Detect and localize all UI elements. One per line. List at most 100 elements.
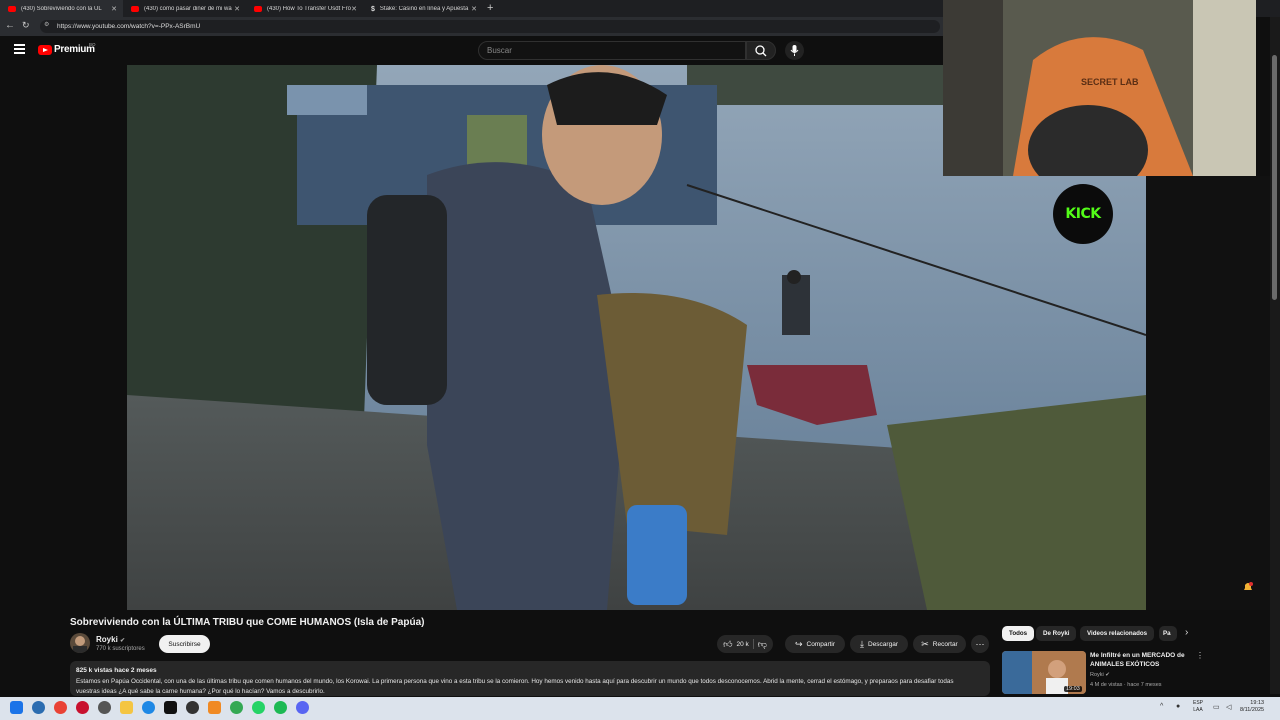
tray-chevron-icon[interactable]: ^ xyxy=(1160,703,1163,710)
channel-name-text: Royki xyxy=(96,635,118,644)
subscribe-button[interactable]: Suscribirse xyxy=(159,635,210,653)
tab-2[interactable]: (430) como pasar diner de mi wa ✕ xyxy=(123,0,246,17)
tray-mic-icon[interactable]: ● xyxy=(1176,703,1180,710)
search-placeholder: Buscar xyxy=(487,46,512,55)
youtube-favicon-icon xyxy=(254,5,262,12)
recommendation-title[interactable]: Me Infiltré en un MERCADO de ANIMALES EX… xyxy=(1090,651,1190,669)
chrome-profile-icon[interactable] xyxy=(230,701,243,714)
webcam-image: SECRET LAB xyxy=(943,0,1256,176)
search-input[interactable]: Buscar xyxy=(478,41,746,60)
vlc-icon[interactable] xyxy=(208,701,221,714)
video-title: Sobreviviendo con la ÚLTIMA TRIBU que CO… xyxy=(70,617,425,628)
discord-icon[interactable] xyxy=(296,701,309,714)
search-button[interactable] xyxy=(746,41,776,60)
scissors-icon: ✂ xyxy=(921,638,929,649)
recommendation-channel-text: Royki xyxy=(1090,672,1104,678)
close-tab-icon[interactable]: ✕ xyxy=(234,5,240,13)
chevron-right-icon[interactable]: › xyxy=(1185,627,1188,638)
channel-avatar[interactable] xyxy=(70,633,90,653)
like-count: 20 k xyxy=(736,640,749,648)
url-text: https://www.youtube.com/watch?v=-PPx-ASr… xyxy=(57,23,201,30)
chip-more[interactable]: Pa xyxy=(1159,626,1177,641)
windows-start-icon[interactable] xyxy=(10,701,23,714)
verified-check-icon: ✔ xyxy=(1105,672,1110,678)
reload-icon[interactable]: ↻ xyxy=(22,20,30,31)
chip-de-royki[interactable]: De Royki xyxy=(1036,626,1077,641)
site-info-icon[interactable]: ⚙ xyxy=(44,21,49,28)
chip-todos[interactable]: Todos xyxy=(1002,626,1035,641)
file-explorer-icon[interactable] xyxy=(120,701,133,714)
edge-icon[interactable] xyxy=(142,701,155,714)
new-tab-button[interactable]: + xyxy=(487,2,493,14)
clip-label: Recortar xyxy=(932,640,958,648)
youtube-favicon-icon xyxy=(131,5,139,12)
verified-check-icon: ✔ xyxy=(120,638,126,644)
cam-brand-text: SECRET LAB xyxy=(1081,77,1139,87)
share-arrow-icon: ↪ xyxy=(794,638,803,649)
views-and-date: 825 k vistas hace 2 meses xyxy=(76,667,157,674)
subscriber-count: 770 k suscriptores xyxy=(96,646,145,652)
url-field[interactable]: https://www.youtube.com/watch?v=-PPx-ASr… xyxy=(40,20,940,33)
divider xyxy=(752,639,754,649)
clock-date: 8/11/2025 xyxy=(1240,707,1265,713)
description-text: Estamos en Papúa Occidental, con una de … xyxy=(76,678,954,695)
youtube-logo-icon[interactable] xyxy=(38,45,52,55)
video-duration: 19:03 xyxy=(1064,686,1082,692)
search-icon xyxy=(755,45,767,57)
download-icon: ⤓ xyxy=(860,638,864,649)
keyboard-language[interactable]: ESP LAA xyxy=(1193,700,1203,714)
webcam-overlay: SECRET LAB xyxy=(943,0,1256,176)
tab-1[interactable]: (430) Sobreviviendo con la ÚL ✕ xyxy=(0,0,123,17)
share-label: Compartir xyxy=(806,640,836,648)
close-tab-icon[interactable]: ✕ xyxy=(111,5,117,13)
clip-button[interactable]: ✂ Recortar xyxy=(913,635,966,653)
back-arrow-icon[interactable]: ← xyxy=(5,20,15,31)
volume-icon[interactable]: ◁ xyxy=(1226,703,1231,711)
stake-favicon-icon: $ xyxy=(371,5,375,13)
notification-bell-icon[interactable] xyxy=(1242,581,1254,593)
tab-4[interactable]: $ Stake: Casino en línea y Apuesta ✕ xyxy=(363,0,483,17)
thumbs-up-icon: 👍︎ xyxy=(723,638,733,649)
scrollbar-thumb[interactable] xyxy=(1272,55,1277,300)
more-actions-button[interactable]: ⋯ xyxy=(971,635,989,653)
kick-logo: KICK xyxy=(1053,184,1113,244)
tab-3[interactable]: (430) How To Transfer Usdt From ✕ xyxy=(246,0,363,17)
recommendation-channel[interactable]: Royki ✔ xyxy=(1090,672,1110,678)
thumbs-down-icon[interactable]: 👎︎ xyxy=(758,639,767,650)
tab-label: (430) How To Transfer Usdt From xyxy=(267,5,352,12)
lang-text: ESP LAA xyxy=(1193,700,1204,713)
network-icon[interactable]: ▭ xyxy=(1213,703,1220,711)
spotify-icon[interactable] xyxy=(274,701,287,714)
youtube-favicon-icon xyxy=(8,5,16,12)
recommendation-meta: 4 M de vistas · hace 7 meses xyxy=(1090,682,1162,688)
more-dots-icon: ⋯ xyxy=(975,638,985,649)
tiktok-icon[interactable] xyxy=(164,701,177,714)
like-button[interactable]: 👍︎ 20 k xyxy=(723,639,749,650)
download-button[interactable]: ⤓ Descargar xyxy=(850,635,908,653)
download-label: Descargar xyxy=(868,640,898,648)
clock-time: 19:13 xyxy=(1250,700,1265,706)
chip-videos-relacionados[interactable]: Videos relacionados xyxy=(1080,626,1155,641)
channel-name[interactable]: Royki ✔ xyxy=(96,635,125,644)
like-dislike-group: 👍︎ 20 k 👎︎ xyxy=(717,635,773,653)
close-tab-icon[interactable]: ✕ xyxy=(351,5,357,13)
obs-icon[interactable] xyxy=(186,701,199,714)
share-button[interactable]: ↪ Compartir xyxy=(785,635,845,653)
tab-label: (430) como pasar diner de mi wa xyxy=(144,5,232,12)
settings-gear-icon[interactable] xyxy=(98,701,111,714)
tab-label: (430) Sobreviviendo con la ÚL xyxy=(21,5,102,12)
tab-label: Stake: Casino en línea y Apuesta xyxy=(379,5,469,12)
whatsapp-icon[interactable] xyxy=(252,701,265,714)
voice-search-button[interactable] xyxy=(785,41,804,60)
stream-side-panel xyxy=(1146,176,1270,610)
country-code: BO xyxy=(89,42,96,47)
microphone-icon xyxy=(790,45,799,56)
copilot-icon[interactable] xyxy=(32,701,45,714)
menu-hamburger-icon[interactable] xyxy=(14,44,25,56)
opera-icon[interactable] xyxy=(76,701,89,714)
close-tab-icon[interactable]: ✕ xyxy=(471,5,477,13)
avatar-image xyxy=(73,636,87,653)
clock[interactable]: 19:13 8/11/2025 xyxy=(1240,700,1264,714)
more-vertical-icon[interactable]: ⋮ xyxy=(1196,651,1204,660)
chrome-icon[interactable] xyxy=(54,701,67,714)
